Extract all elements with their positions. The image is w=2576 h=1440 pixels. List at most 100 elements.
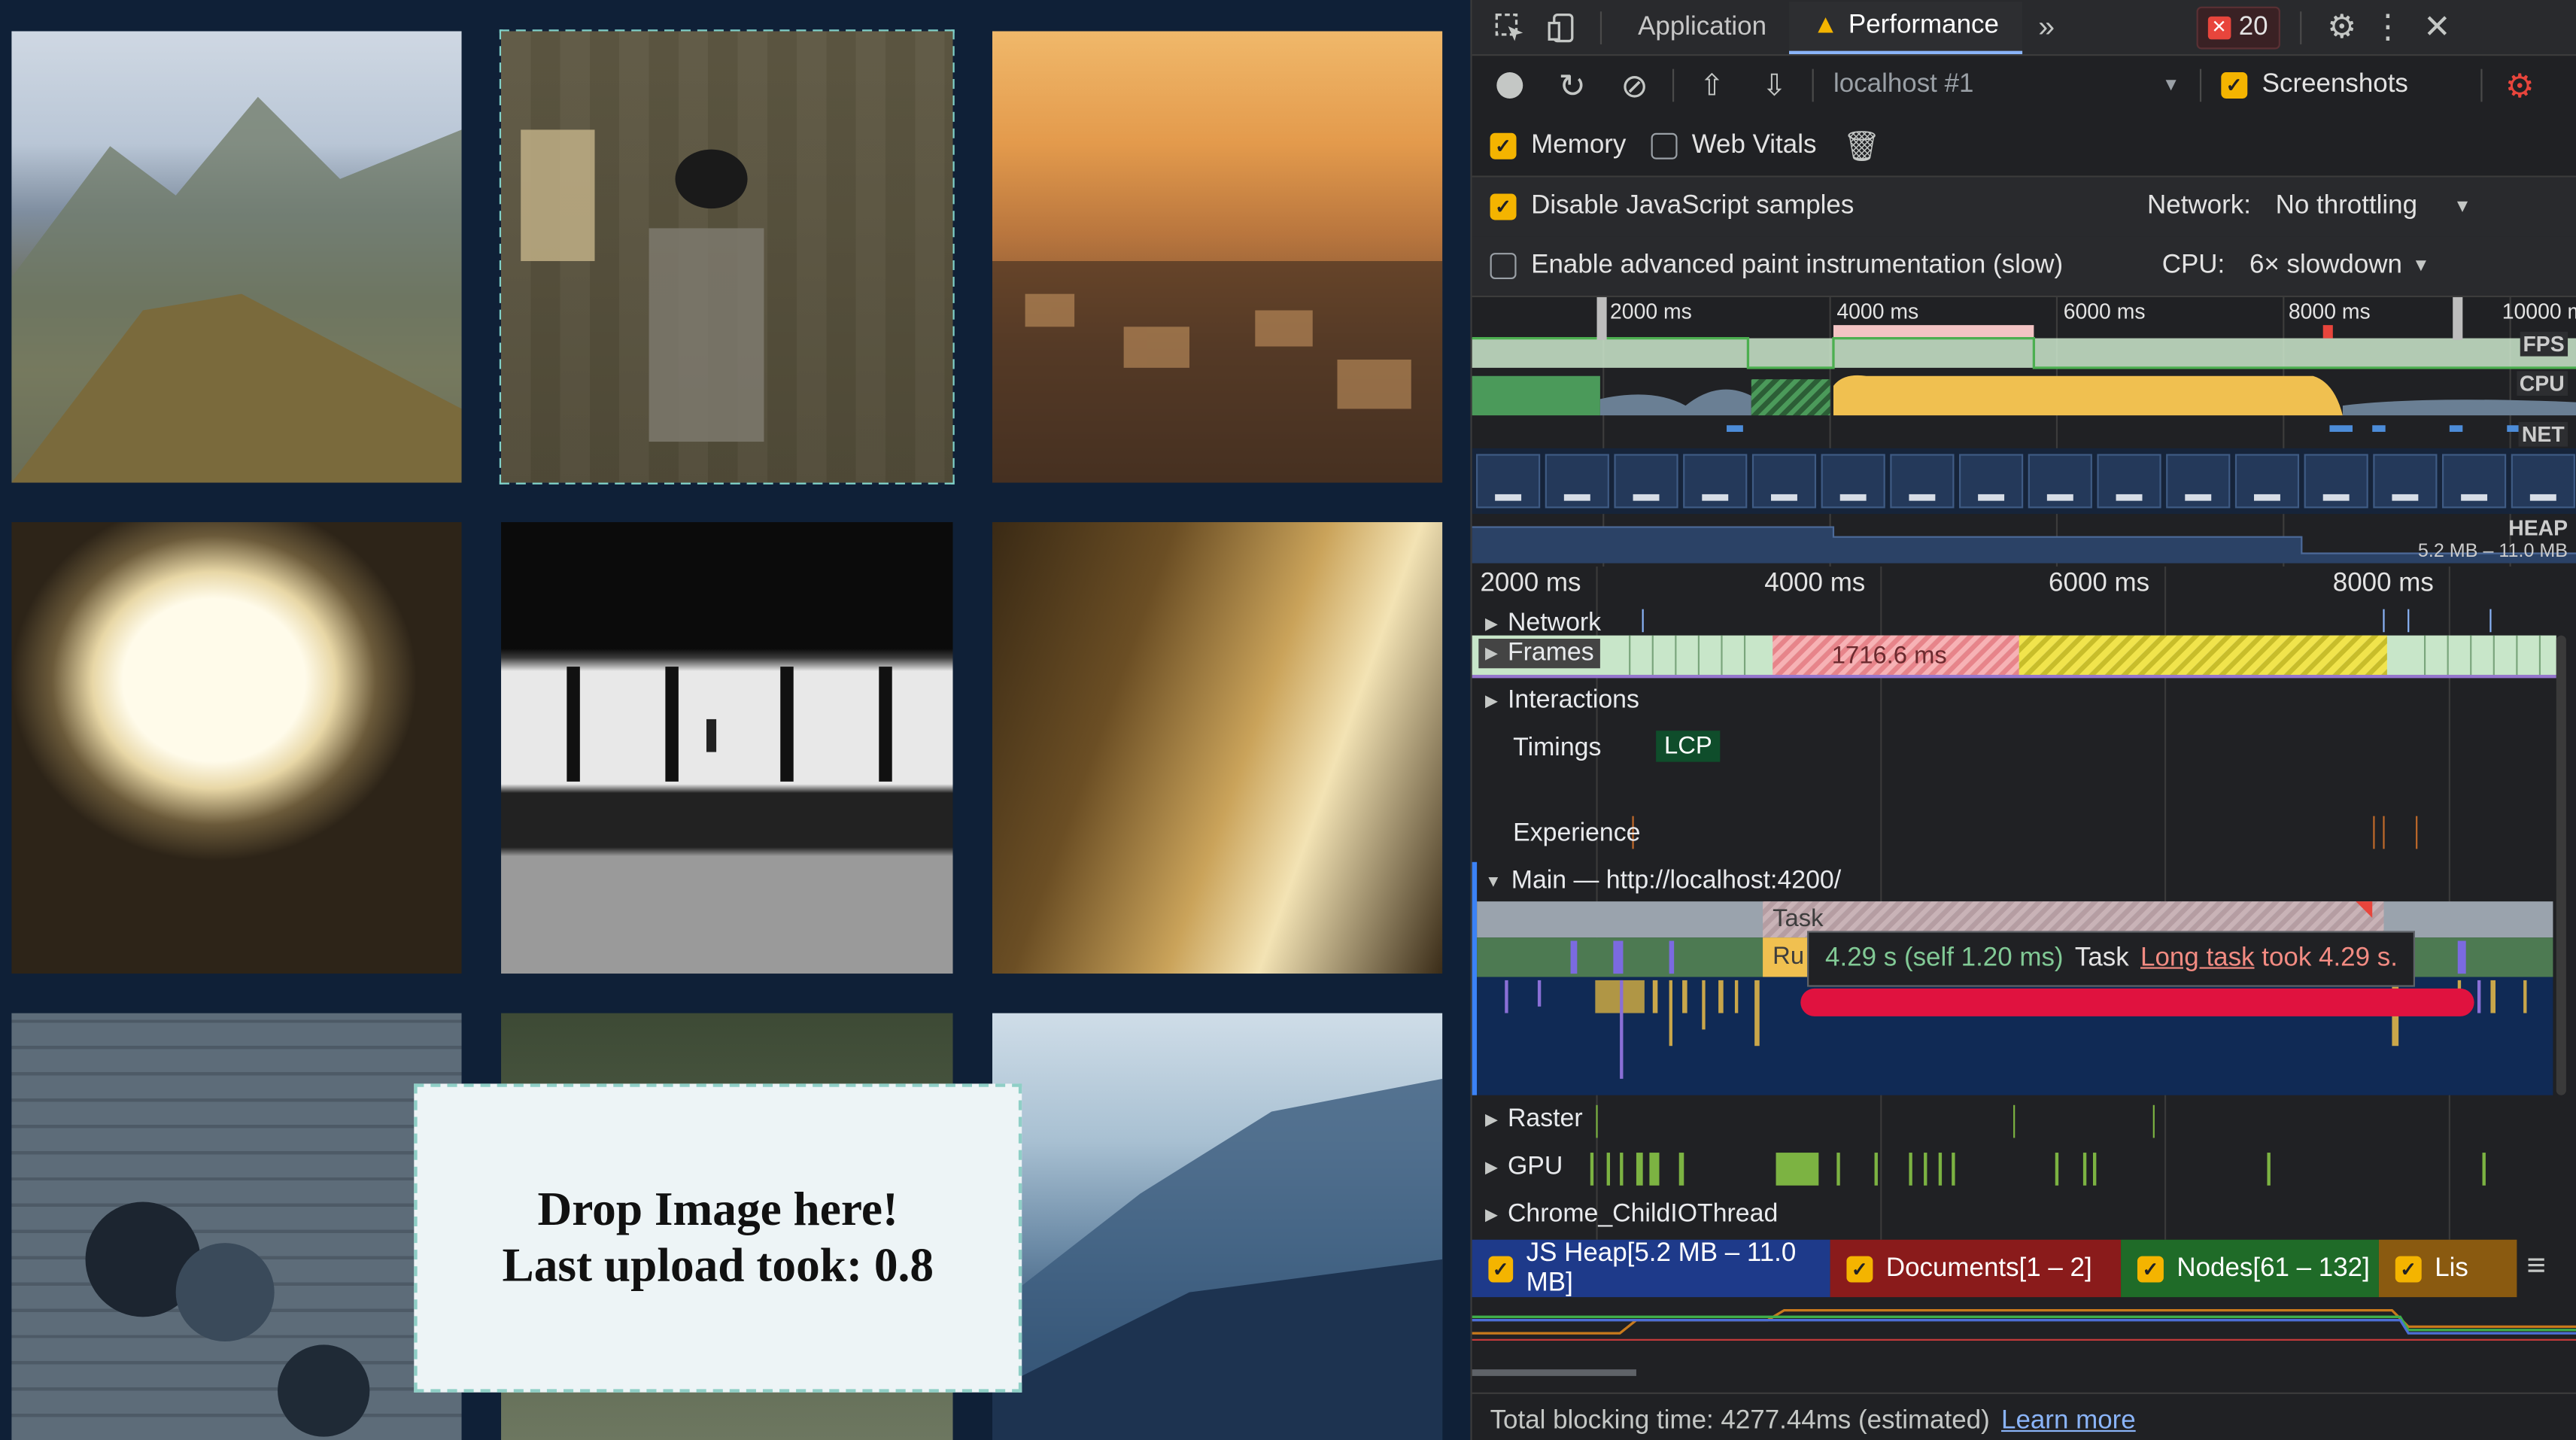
app-page: Drop Image here! Last upload took: 0.8 — [0, 0, 1471, 1440]
web-vitals-checkbox[interactable] — [1651, 132, 1678, 159]
cpu-throttle-label: CPU: — [2161, 251, 2225, 280]
trash-icon[interactable]: 🗑 — [1842, 129, 1880, 163]
cpu-throttle-select[interactable]: 6× slowdown — [2249, 251, 2402, 281]
chevron-down-icon[interactable]: ▼ — [2162, 75, 2180, 95]
track-raster-label: Raster — [1507, 1104, 1583, 1133]
track-child-io[interactable]: ▶ Chrome_ChildIOThread — [1485, 1200, 1778, 1229]
cpu-label: CPU — [2516, 371, 2568, 396]
chevron-down-icon[interactable]: ▼ — [2453, 197, 2471, 217]
hamburger-menu-icon[interactable]: ≡ — [2526, 1248, 2545, 1286]
legend-nodes[interactable]: ✓ Nodes[61 – 132] — [2121, 1239, 2379, 1298]
track-timings-label: Timings — [1513, 734, 1602, 762]
js-heap-checkbox[interactable]: ✓ — [1488, 1255, 1514, 1282]
inspect-element-icon[interactable] — [1482, 12, 1538, 41]
listeners-label: Lis — [2435, 1253, 2468, 1282]
task-block[interactable]: Task — [1773, 905, 1823, 933]
screenshots-checkbox[interactable]: ✓ — [2221, 72, 2248, 99]
gallery-image[interactable] — [992, 522, 1443, 974]
track-frames[interactable]: ▶ Frames — [1478, 638, 1601, 669]
collapse-arrow-icon: ▼ — [1485, 872, 1502, 891]
gallery-image[interactable] — [992, 1013, 1443, 1440]
upload-profile-icon[interactable]: ⇧ — [1694, 68, 1730, 103]
listeners-checkbox[interactable]: ✓ — [2395, 1255, 2422, 1282]
tab-performance[interactable]: ▲ Performance — [1789, 1, 2022, 53]
performance-toolbar-row2: ✓ Memory Web Vitals 🗑 — [1472, 117, 2576, 176]
timeline-tick: 8000 ms — [2332, 570, 2434, 598]
run-block[interactable]: Ru — [1773, 943, 1804, 971]
overview-tick: 4000 ms — [1836, 299, 1919, 324]
capture-settings-row2: Enable advanced paint instrumentation (s… — [1472, 236, 2576, 296]
fps-label: FPS — [2520, 331, 2568, 357]
legend-documents[interactable]: ✓ Documents[1 – 2] — [1830, 1239, 2122, 1298]
device-toolbar-icon[interactable] — [1538, 12, 1587, 42]
track-child-io-label: Chrome_ChildIOThread — [1507, 1200, 1779, 1229]
record-icon[interactable] — [1492, 71, 1528, 100]
track-main[interactable]: ▼ Main — http://localhost:4200/ — [1485, 867, 1841, 896]
advanced-paint-label: Enable advanced paint instrumentation (s… — [1531, 251, 2064, 280]
gallery-image[interactable] — [11, 522, 462, 974]
heap-range: 5.2 MB – 11.0 MB — [2417, 542, 2568, 562]
error-counter[interactable]: ✕ 20 — [2195, 5, 2280, 49]
task-tooltip: 4.29 s (self 1.20 ms) Task Long task too… — [1807, 931, 2416, 987]
lcp-marker[interactable]: LCP — [1656, 731, 1721, 762]
expand-arrow-icon: ▶ — [1485, 691, 1498, 710]
nodes-checkbox[interactable]: ✓ — [2137, 1255, 2164, 1282]
clear-icon[interactable]: ⊘ — [1617, 65, 1653, 106]
tooltip-suffix: took 4.29 s. — [2262, 943, 2398, 973]
timeline-tick: 2000 ms — [1480, 570, 1581, 598]
expand-arrow-icon: ▶ — [1485, 1206, 1498, 1225]
close-icon[interactable]: ✕ — [2413, 7, 2462, 48]
disable-js-samples-checkbox[interactable]: ✓ — [1490, 193, 1517, 220]
long-task-link[interactable]: Long task — [2140, 944, 2255, 972]
chevron-down-icon[interactable]: ▼ — [2412, 256, 2430, 275]
download-profile-icon[interactable]: ⇩ — [1756, 68, 1792, 103]
settings-gear-icon[interactable]: ⚙ — [2320, 7, 2363, 48]
memory-label: Memory — [1531, 131, 1627, 159]
gallery-image[interactable] — [501, 522, 953, 974]
timeline-tick: 4000 ms — [1764, 570, 1866, 598]
memory-graph — [1472, 1308, 2576, 1376]
heap-label: HEAP — [2508, 515, 2568, 541]
capture-settings-gear-icon[interactable]: ⚙ — [2505, 65, 2535, 106]
network-throttle-select[interactable]: No throttling — [2276, 192, 2417, 221]
track-interactions[interactable]: ▶ Interactions — [1485, 686, 1639, 715]
track-network-label: Network — [1507, 609, 1602, 637]
track-experience[interactable]: Experience — [1513, 819, 1640, 849]
kebab-menu-icon[interactable]: ⋮ — [2363, 7, 2413, 48]
tab-application[interactable]: Application — [1615, 1, 1790, 53]
gallery-image-selected[interactable] — [499, 29, 955, 485]
gallery-image[interactable] — [11, 31, 462, 483]
tooltip-name: Task — [2074, 943, 2129, 973]
expand-arrow-icon: ▶ — [1485, 1110, 1498, 1129]
footer-summary: Total blocking time: 4277.44ms (estimate… — [1472, 1404, 2576, 1440]
track-network[interactable]: ▶ Network — [1485, 609, 1601, 639]
expand-arrow-icon: ▶ — [1485, 615, 1498, 633]
tooltip-duration: 4.29 s (self 1.20 ms) — [1825, 943, 2064, 973]
more-tabs-icon[interactable]: » — [2022, 10, 2071, 44]
flame-chart[interactable]: 2000 ms 4000 ms 6000 ms 8000 ms ▶ Network… — [1472, 566, 2576, 1240]
expand-arrow-icon: ▶ — [1485, 1158, 1498, 1177]
timeline-overview[interactable]: 2000 ms 4000 ms 6000 ms 8000 ms 10000 ms… — [1472, 297, 2576, 567]
learn-more-link[interactable]: Learn more — [2001, 1407, 2136, 1436]
performance-toolbar: ↻ ⊘ ⇧ ⇩ localhost #1 ▼ ✓ Screenshots ⚙ — [1472, 56, 2576, 115]
drop-zone[interactable]: Drop Image here! Last upload took: 0.8 — [414, 1083, 1022, 1393]
advanced-paint-checkbox[interactable] — [1490, 253, 1517, 280]
long-frame-duration: 1716.6 ms — [1831, 642, 1947, 670]
target-select[interactable]: localhost #1 — [1833, 71, 2162, 100]
track-timings[interactable]: Timings — [1513, 734, 1601, 764]
track-raster[interactable]: ▶ Raster — [1485, 1105, 1583, 1135]
warning-icon: ▲ — [1812, 11, 1839, 39]
web-vitals-label: Web Vitals — [1691, 131, 1817, 159]
track-gpu[interactable]: ▶ GPU — [1485, 1153, 1563, 1182]
memory-checkbox[interactable]: ✓ — [1490, 132, 1517, 159]
gallery-image[interactable] — [992, 31, 1443, 483]
last-upload-time: Last upload took: 0.8 — [502, 1239, 934, 1293]
documents-checkbox[interactable]: ✓ — [1846, 1255, 1873, 1282]
legend-js-heap[interactable]: ✓ JS Heap[5.2 MB – 11.0 MB] — [1472, 1239, 1830, 1298]
drop-zone-title: Drop Image here! — [537, 1183, 899, 1237]
reload-record-icon[interactable]: ↻ — [1554, 65, 1590, 106]
documents-label: Documents[1 – 2] — [1885, 1253, 2092, 1282]
gallery-image[interactable] — [11, 1013, 462, 1440]
track-main-label: Main — http://localhost:4200/ — [1511, 867, 1842, 895]
legend-listeners[interactable]: ✓ Lis — [2378, 1239, 2517, 1298]
